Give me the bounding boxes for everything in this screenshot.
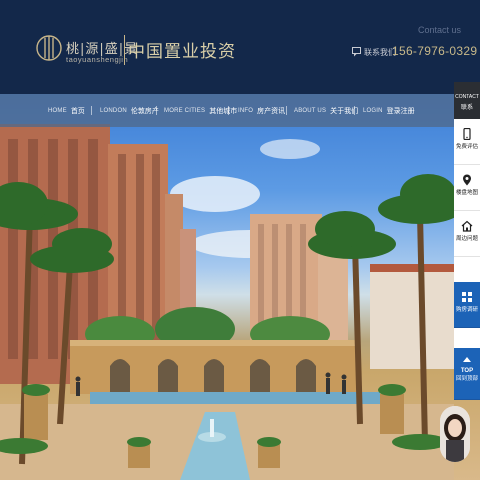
customer-service-avatar[interactable] (440, 406, 470, 462)
home-icon (461, 220, 473, 232)
nav-label-cn: 登录注册 (386, 107, 415, 115)
sidebar-item-research[interactable]: 购房调研 (454, 282, 480, 328)
sidebar-item-label: 免费评估 (455, 144, 478, 150)
nav-item-more-cities[interactable]: MORE CITIES 其他城市 (164, 94, 237, 127)
arrow-up-icon (463, 357, 471, 362)
floating-contact-sidebar: CONTACT 联系 免费评估 楼盘地图 周边问题 购房调研 TOP 回到顶部 (454, 82, 480, 400)
nav-divider (91, 106, 92, 115)
sidebar-header-en: CONTACT (455, 94, 479, 100)
sidebar-item-surroundings[interactable]: 周边问题 (454, 211, 480, 257)
nav-label-cn: 伦敦房产 (130, 107, 159, 115)
sidebar-item-label: 购房调研 (455, 307, 478, 313)
sidebar-item-label: 周边问题 (455, 236, 478, 242)
nav-divider (354, 106, 355, 115)
phone-icon (463, 128, 471, 140)
nav-label-en: HOME (48, 107, 67, 114)
sidebar-item-map[interactable]: 楼盘地图 (454, 165, 480, 211)
hero-banner (0, 94, 480, 480)
nav-label-cn: 房产资讯 (257, 107, 286, 115)
nav-item-home[interactable]: HOME 首页 (48, 94, 85, 127)
site-header: 桃|源|盛|景 taoyuanshengjin 中国置业投资 Contact u… (0, 0, 480, 94)
main-nav: HOME 首页 LONDON 伦敦房产 MORE CITIES 其他城市 INF… (0, 94, 454, 127)
sidebar-item-label: 楼盘地图 (455, 190, 478, 196)
sidebar-item-free-evaluation[interactable]: 免费评估 (454, 119, 480, 165)
site-slogan: 中国置业投资 (128, 42, 236, 62)
nav-item-login[interactable]: LOGIN 登录注册 (363, 94, 415, 127)
nav-divider (156, 106, 157, 115)
logo-pinyin: taoyuanshengjin (66, 55, 129, 64)
grid-icon (462, 292, 472, 302)
back-to-top-button[interactable]: TOP 回到顶部 (454, 348, 480, 400)
sidebar-item-label: 回到顶部 (455, 376, 478, 382)
nav-label-en: LONDON (100, 107, 127, 114)
nav-label-en: INFO (238, 107, 254, 114)
nav-label-cn: 其他城市 (209, 107, 238, 115)
logo-divider (124, 35, 125, 65)
nav-item-london[interactable]: LONDON 伦敦房产 (100, 94, 159, 127)
phone-number[interactable]: 156-7976-0329 (392, 44, 477, 58)
nav-label-en: LOGIN (363, 107, 383, 114)
map-pin-icon (463, 174, 471, 186)
nav-divider (286, 106, 287, 115)
nav-label-en: ABOUT US (294, 107, 327, 114)
avatar-portrait (440, 406, 470, 462)
nav-item-about[interactable]: ABOUT US 关于我们 (294, 94, 358, 127)
hero-image (0, 124, 462, 480)
nav-label-en: MORE CITIES (164, 107, 206, 114)
nav-item-info[interactable]: INFO 房产资讯 (238, 94, 285, 127)
phone-icon (352, 47, 361, 57)
sidebar-header: CONTACT 联系 (454, 82, 480, 119)
sidebar-header-cn: 联系 (460, 105, 473, 111)
contact-label-en: Contact us (418, 25, 462, 35)
nav-label-cn: 首页 (70, 107, 85, 115)
logo-icon[interactable] (36, 28, 62, 68)
nav-divider (228, 106, 229, 115)
